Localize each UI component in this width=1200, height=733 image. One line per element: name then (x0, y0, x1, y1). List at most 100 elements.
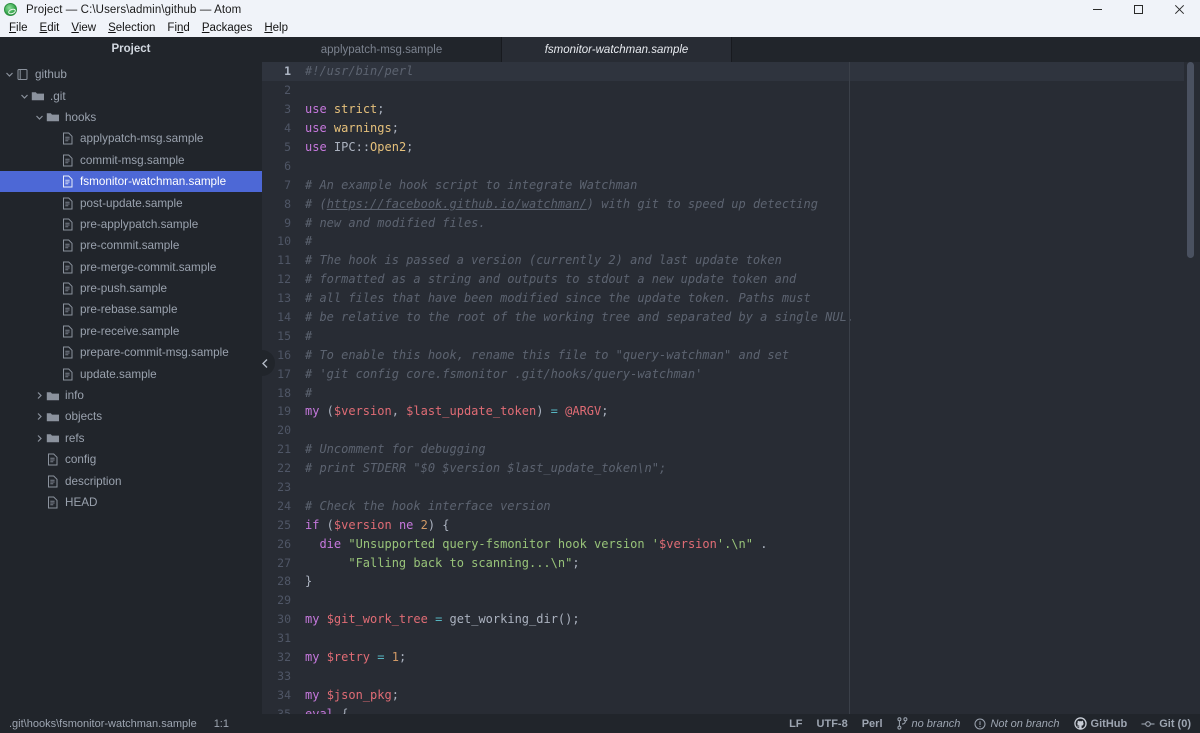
code-line-text: my ($version, $last_update_token) = @ARG… (300, 404, 608, 418)
folder-icon (30, 90, 45, 102)
editor-scrollbar[interactable] (1184, 62, 1200, 714)
menu-item-help[interactable]: Help (258, 19, 294, 37)
code-line[interactable]: 7# An example hook script to integrate W… (262, 175, 1184, 194)
code-line[interactable]: 3use strict; (262, 100, 1184, 119)
status-grammar[interactable]: Perl (862, 718, 883, 730)
status-line-ending[interactable]: LF (789, 718, 802, 730)
minimize-icon[interactable] (1077, 0, 1118, 19)
code-line[interactable]: 18# (262, 383, 1184, 402)
code-line[interactable]: 22# print STDERR "$0 $version $last_upda… (262, 459, 1184, 478)
line-number: 35 (262, 707, 300, 714)
status-encoding[interactable]: UTF-8 (817, 718, 848, 730)
tree-item-description[interactable]: description (0, 470, 262, 491)
status-cursor-position[interactable]: 1:1 (214, 718, 229, 730)
chevron-down-icon[interactable] (19, 92, 30, 101)
menu-item-packages[interactable]: Packages (196, 19, 259, 37)
code-line[interactable]: 19my ($version, $last_update_token) = @A… (262, 402, 1184, 421)
code-line[interactable]: 27 "Falling back to scanning...\n"; (262, 553, 1184, 572)
tree-item-prepare-commit-msg-sample[interactable]: prepare-commit-msg.sample (0, 342, 262, 363)
chevron-down-icon[interactable] (4, 70, 15, 79)
tree-item-pre-rebase-sample[interactable]: pre-rebase.sample (0, 299, 262, 320)
status-bar: .git\hooks\fsmonitor-watchman.sample 1:1… (0, 714, 1200, 733)
code-line[interactable]: 24# Check the hook interface version (262, 496, 1184, 515)
status-git[interactable]: Git (0) (1141, 718, 1191, 730)
tree-item-pre-receive-sample[interactable]: pre-receive.sample (0, 321, 262, 342)
tree-item-pre-push-sample[interactable]: pre-push.sample (0, 278, 262, 299)
code-line[interactable]: 25if ($version ne 2) { (262, 515, 1184, 534)
code-line[interactable]: 32my $retry = 1; (262, 648, 1184, 667)
code-line[interactable]: 29 (262, 591, 1184, 610)
maximize-icon[interactable] (1118, 0, 1159, 19)
chevron-down-icon[interactable] (34, 113, 45, 122)
tree-item-info[interactable]: info (0, 385, 262, 406)
code-editor[interactable]: 1#!/usr/bin/perl23use strict;4use warnin… (262, 62, 1184, 714)
menu-item-file[interactable]: File (3, 19, 34, 37)
code-line[interactable]: 28} (262, 572, 1184, 591)
code-line[interactable]: 4use warnings; (262, 119, 1184, 138)
tree-item-pre-commit-sample[interactable]: pre-commit.sample (0, 235, 262, 256)
tab-applypatch-msg-sample[interactable]: applypatch-msg.sample (262, 37, 502, 62)
tree-item-refs[interactable]: refs (0, 428, 262, 449)
code-line[interactable]: 8# (https://facebook.github.io/watchman/… (262, 194, 1184, 213)
status-branch-warning[interactable]: Not on branch (974, 718, 1059, 730)
menu-item-view[interactable]: View (65, 19, 102, 37)
tree-item-applypatch-msg-sample[interactable]: applypatch-msg.sample (0, 128, 262, 149)
code-line[interactable]: 5use IPC::Open2; (262, 138, 1184, 157)
code-line[interactable]: 21# Uncomment for debugging (262, 440, 1184, 459)
tree-item-post-update-sample[interactable]: post-update.sample (0, 192, 262, 213)
tab-fsmonitor-watchman-sample[interactable]: fsmonitor-watchman.sample (502, 37, 732, 62)
code-line[interactable]: 1#!/usr/bin/perl (262, 62, 1184, 81)
code-line[interactable]: 20 (262, 421, 1184, 440)
code-line[interactable]: 33 (262, 667, 1184, 686)
code-line[interactable]: 30my $git_work_tree = get_working_dir(); (262, 610, 1184, 629)
code-line[interactable]: 17# 'git config core.fsmonitor .git/hook… (262, 364, 1184, 383)
tree-item-git[interactable]: .git (0, 85, 262, 106)
tree-item-commit-msg-sample[interactable]: commit-msg.sample (0, 150, 262, 171)
tree-item-objects[interactable]: objects (0, 406, 262, 427)
menu-item-edit[interactable]: Edit (34, 19, 66, 37)
token-comment: # ( (305, 197, 327, 211)
tree-item-head[interactable]: HEAD (0, 492, 262, 513)
tree-item-pre-applypatch-sample[interactable]: pre-applypatch.sample (0, 214, 262, 235)
code-line[interactable]: 13# all files that have been modified si… (262, 289, 1184, 308)
code-line[interactable]: 31 (262, 629, 1184, 648)
code-line[interactable]: 26 die "Unsupported query-fsmonitor hook… (262, 534, 1184, 553)
token-comment: # formatted as a string and outputs to s… (305, 272, 796, 286)
tree-item-config[interactable]: config (0, 449, 262, 470)
code-line[interactable]: 15# (262, 326, 1184, 345)
chevron-right-icon[interactable] (34, 412, 45, 421)
scrollbar-thumb[interactable] (1187, 62, 1194, 258)
status-github[interactable]: GitHub (1074, 717, 1128, 730)
code-line[interactable]: 35eval { (262, 704, 1184, 714)
tree-item-hooks[interactable]: hooks (0, 107, 262, 128)
code-line[interactable]: 12# formatted as a string and outputs to… (262, 270, 1184, 289)
code-line[interactable]: 2 (262, 81, 1184, 100)
atom-logo-icon (4, 3, 17, 16)
chevron-right-icon[interactable] (34, 434, 45, 443)
menu-item-selection[interactable]: Selection (102, 19, 161, 37)
code-line[interactable]: 34my $json_pkg; (262, 685, 1184, 704)
code-line-text: my $git_work_tree = get_working_dir(); (300, 612, 580, 626)
code-line[interactable]: 6 (262, 156, 1184, 175)
code-line[interactable]: 11# The hook is passed a version (curren… (262, 251, 1184, 270)
code-line[interactable]: 9# new and modified files. (262, 213, 1184, 232)
tree-item-pre-merge-commit-sample[interactable]: pre-merge-commit.sample (0, 257, 262, 278)
tree-item-update-sample[interactable]: update.sample (0, 363, 262, 384)
code-line[interactable]: 23 (262, 478, 1184, 497)
token-link[interactable]: https://facebook.github.io/watchman/ (327, 197, 587, 211)
code-line[interactable]: 14# be relative to the root of the worki… (262, 308, 1184, 327)
token-kw: die (319, 537, 341, 551)
code-line[interactable]: 10# (262, 232, 1184, 251)
sidebar-title: Project (112, 43, 151, 55)
tree-item-github[interactable]: github (0, 64, 262, 85)
token-kw: my (305, 404, 319, 418)
close-icon[interactable] (1159, 0, 1200, 19)
token-punc: ; (406, 140, 413, 154)
status-branch[interactable]: no branch (897, 717, 961, 730)
tree-item-fsmonitor-watchman-sample[interactable]: fsmonitor-watchman.sample (0, 171, 262, 192)
line-number: 26 (262, 537, 300, 551)
chevron-right-icon[interactable] (34, 391, 45, 400)
status-file-path[interactable]: .git\hooks\fsmonitor-watchman.sample (9, 718, 197, 730)
menu-item-find[interactable]: Find (161, 19, 195, 37)
code-line[interactable]: 16# To enable this hook, rename this fil… (262, 345, 1184, 364)
